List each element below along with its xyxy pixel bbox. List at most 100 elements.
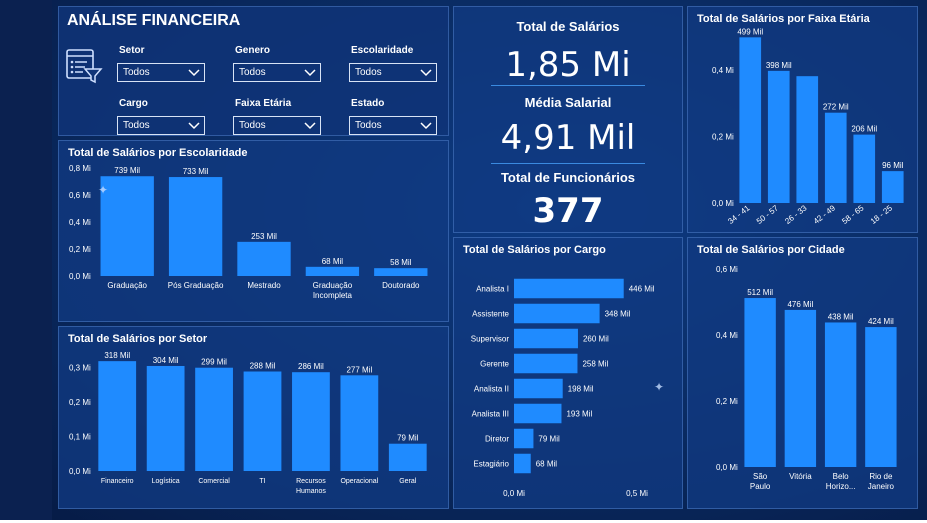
cargo-bar-chart: 446 Mil Analista I 348 Mil Assistente 260 Mi… — [471, 278, 655, 498]
escolaridade-chart-panel: Total de Salários por Escolaridade 0,0 M… — [58, 140, 449, 322]
bar[interactable] — [514, 353, 578, 374]
bar[interactable] — [305, 266, 360, 276]
x-tick-label: Mestrado — [247, 281, 281, 290]
chevron-down-icon — [304, 69, 316, 77]
bar[interactable] — [865, 327, 897, 467]
sparkle-decoration: ✦ — [98, 183, 109, 197]
x-tick-label: Operacional — [340, 478, 378, 485]
filter-faixa-etaria-value: Todos — [239, 120, 266, 131]
kpi-divider — [491, 85, 645, 86]
data-label: 96 Mil — [882, 161, 904, 170]
x-tick-label: 26 - 33 — [783, 203, 809, 226]
filter-escolaridade-dropdown[interactable]: Todos — [349, 63, 437, 82]
filter-label-faixa-etaria: Faixa Etária — [235, 98, 292, 109]
filter-genero-dropdown[interactable]: Todos — [233, 63, 321, 82]
y-tick-label: Analista II — [474, 385, 509, 394]
data-label: 512 Mil — [747, 288, 773, 297]
x-tick-label: Pós Graduação — [168, 281, 224, 290]
filter-label-cargo: Cargo — [119, 98, 148, 109]
data-label: 253 Mil — [251, 232, 277, 241]
bar[interactable] — [292, 372, 330, 471]
setor-bar-chart: 0,0 Mi 0,1 Mi 0,2 Mi 0,3 Mi 318 Mil Financeir… — [69, 351, 427, 495]
bar[interactable] — [243, 371, 282, 471]
bar[interactable] — [824, 112, 847, 203]
y-tick-label: Supervisor — [471, 335, 510, 344]
y-tick-label: 0,2 Mi — [716, 397, 738, 406]
bar[interactable] — [853, 134, 876, 203]
data-label: 739 Mil — [114, 166, 140, 175]
bar[interactable] — [514, 278, 624, 299]
bar[interactable] — [195, 367, 233, 471]
bar[interactable] — [514, 303, 600, 324]
filter-faixa-etaria-dropdown[interactable]: Todos — [233, 116, 321, 135]
bar[interactable] — [146, 365, 185, 471]
filter-cargo-dropdown[interactable]: Todos — [117, 116, 205, 135]
chevron-down-icon — [188, 69, 200, 77]
x-tick-label: Logística — [152, 478, 180, 485]
filter-estado-dropdown[interactable]: Todos — [349, 116, 437, 135]
data-label: 299 Mil — [201, 358, 227, 367]
y-tick-label: Estagiário — [473, 460, 509, 469]
bar[interactable] — [514, 403, 562, 424]
x-tick-label: 18 - 25 — [869, 203, 895, 226]
data-label: 79 Mil — [538, 435, 560, 444]
kpi-media-salarial-value: 4,91 Mil — [500, 118, 636, 158]
kpi-media-salarial-label: Média Salarial — [524, 95, 612, 110]
x-tick-label: Rio de — [869, 472, 893, 481]
kpi-panel: Total de Salários 1,85 Mi Média Salarial… — [453, 6, 683, 233]
faixa-etaria-bar-chart: 0,0 Mi0,2 Mi0,4 Mi499 Mil34 - 41398 Mil5… — [712, 27, 904, 226]
bar[interactable] — [388, 443, 427, 471]
y-tick-label: 0,2 Mi — [712, 133, 734, 142]
bar[interactable] — [98, 361, 137, 471]
bar[interactable] — [881, 171, 904, 203]
bar[interactable] — [514, 453, 531, 474]
x-tick-label: 42 - 49 — [812, 203, 838, 226]
x-tick-label: Financeiro — [101, 478, 134, 485]
bar[interactable] — [374, 268, 428, 276]
y-tick-label: 0,2 Mi — [69, 398, 91, 407]
filter-icon — [65, 47, 103, 90]
bar[interactable] — [824, 322, 857, 467]
x-tick-label: 0,0 Mi — [503, 489, 525, 498]
bar[interactable] — [100, 176, 154, 276]
cidade-bar-chart: 0,0 Mi 0,2 Mi 0,4 Mi 0,6 Mi 512 Mil SãoPaulo 4… — [716, 265, 897, 491]
filter-setor-dropdown[interactable]: Todos — [117, 63, 205, 82]
y-tick-label: 0,6 Mi — [69, 191, 91, 200]
setor-chart-panel: Total de Salários por Setor 0,0 Mi 0,1 Mi… — [58, 326, 449, 509]
y-tick-label: Analista III — [472, 410, 509, 419]
chevron-down-icon — [304, 122, 316, 130]
x-tick-label: Incompleta — [313, 291, 353, 300]
bar[interactable] — [744, 298, 776, 467]
bar[interactable] — [514, 428, 534, 449]
x-tick-label: Doutorado — [382, 281, 420, 290]
x-tick-label: TI — [259, 478, 265, 485]
data-label: 206 Mil — [851, 125, 877, 134]
bar[interactable] — [168, 177, 223, 276]
y-tick-label: Assistente — [472, 310, 509, 319]
filter-label-escolaridade: Escolaridade — [351, 45, 414, 56]
data-label: 304 Mil — [153, 356, 179, 365]
y-tick-label: 0,2 Mi — [69, 245, 91, 254]
data-label: 348 Mil — [605, 310, 631, 319]
bar[interactable] — [767, 70, 790, 203]
kpi-total-salarios-value: 1,85 Mi — [505, 45, 631, 85]
x-tick-label: Graduação — [107, 281, 147, 290]
data-label: 288 Mil — [250, 362, 276, 371]
bar[interactable] — [340, 375, 379, 471]
x-tick-label: Belo — [833, 472, 850, 481]
bar[interactable] — [739, 37, 762, 203]
bar[interactable] — [237, 241, 291, 276]
data-label: 438 Mil — [828, 312, 854, 321]
bar[interactable] — [796, 76, 819, 203]
bar[interactable] — [784, 309, 817, 467]
bar[interactable] — [514, 378, 563, 399]
data-label: 79 Mil — [397, 434, 419, 443]
y-tick-label: Diretor — [485, 435, 509, 444]
filter-escolaridade-value: Todos — [355, 67, 382, 78]
data-label: 198 Mil — [568, 385, 594, 394]
x-tick-label: Graduação — [313, 281, 353, 290]
y-tick-label: 0,0 Mi — [716, 463, 738, 472]
x-tick-label: 50 - 57 — [755, 203, 781, 226]
bar[interactable] — [514, 328, 578, 349]
data-label: 277 Mil — [346, 365, 372, 374]
